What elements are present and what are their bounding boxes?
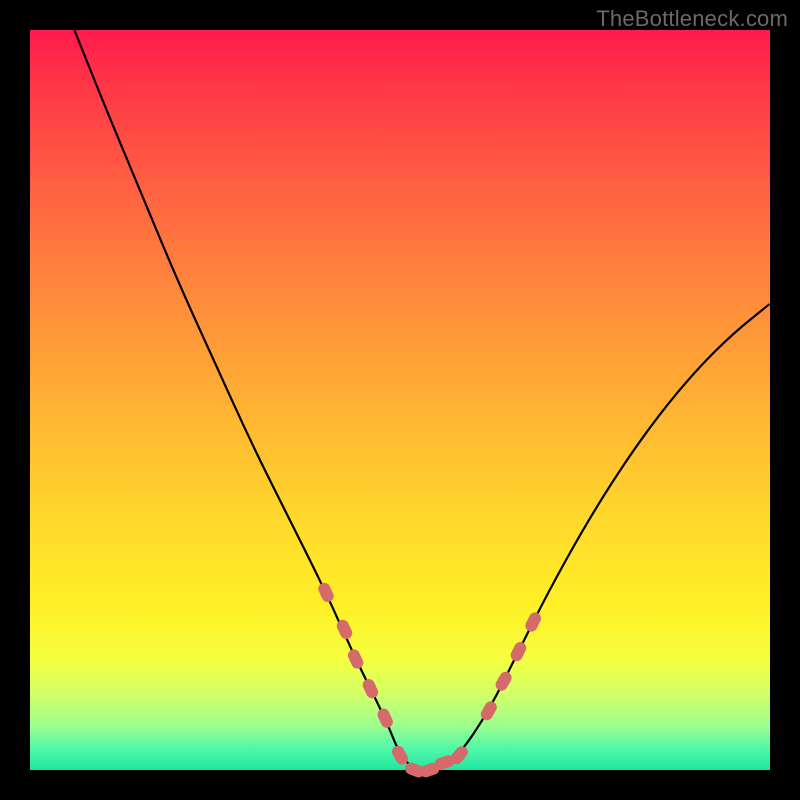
marker-point	[523, 610, 543, 633]
marker-point	[316, 581, 335, 604]
bottleneck-curve	[74, 30, 770, 770]
marker-point	[493, 670, 513, 693]
chart-svg	[30, 30, 770, 770]
marker-point	[361, 677, 380, 700]
chart-frame: TheBottleneck.com	[0, 0, 800, 800]
marker-point	[376, 707, 395, 730]
highlight-markers	[316, 581, 543, 779]
watermark-text: TheBottleneck.com	[596, 6, 788, 32]
plot-area	[30, 30, 770, 770]
marker-point	[346, 647, 365, 670]
marker-point	[509, 640, 529, 663]
